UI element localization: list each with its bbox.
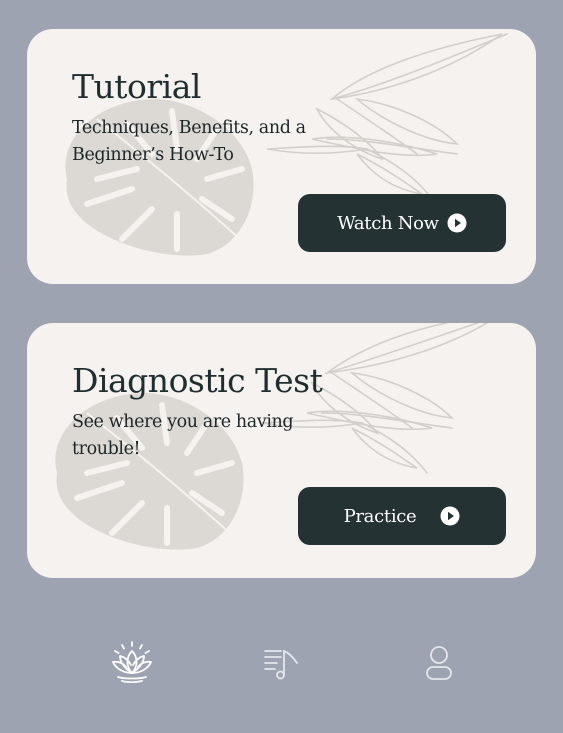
card-title: Diagnostic Test xyxy=(72,361,323,400)
bottom-nav xyxy=(0,620,563,710)
watch-now-button[interactable]: Watch Now xyxy=(298,194,506,252)
nav-home[interactable] xyxy=(107,638,157,688)
nav-profile[interactable] xyxy=(414,638,464,688)
diagnostic-test-card: Diagnostic Test See where you are having… xyxy=(27,323,536,578)
play-circle-icon xyxy=(440,506,460,526)
tutorial-card: Tutorial Techniques, Benefits, and a Beg… xyxy=(27,29,536,284)
card-title: Tutorial xyxy=(72,67,201,106)
nav-music[interactable] xyxy=(256,638,306,688)
practice-button[interactable]: Practice xyxy=(298,487,506,545)
button-label: Watch Now xyxy=(337,212,439,234)
card-subtitle: See where you are having trouble! xyxy=(72,412,294,459)
button-label: Practice xyxy=(343,505,417,527)
playlist-music-icon xyxy=(264,649,298,680)
card-subtitle: Techniques, Benefits, and a Beginner’s H… xyxy=(72,118,306,165)
user-icon xyxy=(426,646,452,680)
lotus-icon xyxy=(112,641,152,684)
play-circle-icon xyxy=(447,213,467,233)
